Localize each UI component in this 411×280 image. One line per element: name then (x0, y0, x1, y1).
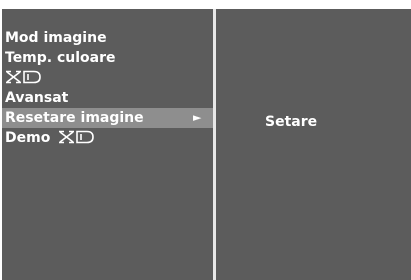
menu-item-xd[interactable]: XD (2, 68, 213, 88)
menu-item-mod-imagine[interactable]: Mod imagine (2, 28, 213, 48)
menu-item-label: Avansat (5, 90, 69, 106)
xd-logo (59, 130, 95, 144)
menu-item-label: Demo (5, 130, 51, 146)
xd-logo (6, 70, 41, 84)
menu-item-label: Resetare imagine (5, 110, 144, 126)
menu-item-avansat[interactable]: Avansat (2, 88, 213, 108)
menu-item-label: Mod imagine (5, 30, 107, 46)
menu-item-label: Temp. culoare (5, 50, 116, 66)
menu-item-demo[interactable]: Demo XD (2, 128, 213, 148)
tv-osd-screen: Mod imagine Temp. culoare XD Avansat (2, 9, 411, 280)
menu-item-resetare-imagine[interactable]: Resetare imagine ► (2, 108, 213, 128)
picture-menu-panel: Mod imagine Temp. culoare XD Avansat (2, 9, 213, 280)
submenu-panel: Setare (216, 9, 411, 280)
submenu-item-setare[interactable]: Setare (265, 112, 317, 132)
menu-item-temp-culoare[interactable]: Temp. culoare (2, 48, 213, 68)
picture-menu: Mod imagine Temp. culoare XD Avansat (2, 28, 213, 148)
arrow-right-icon: ► (193, 111, 202, 124)
